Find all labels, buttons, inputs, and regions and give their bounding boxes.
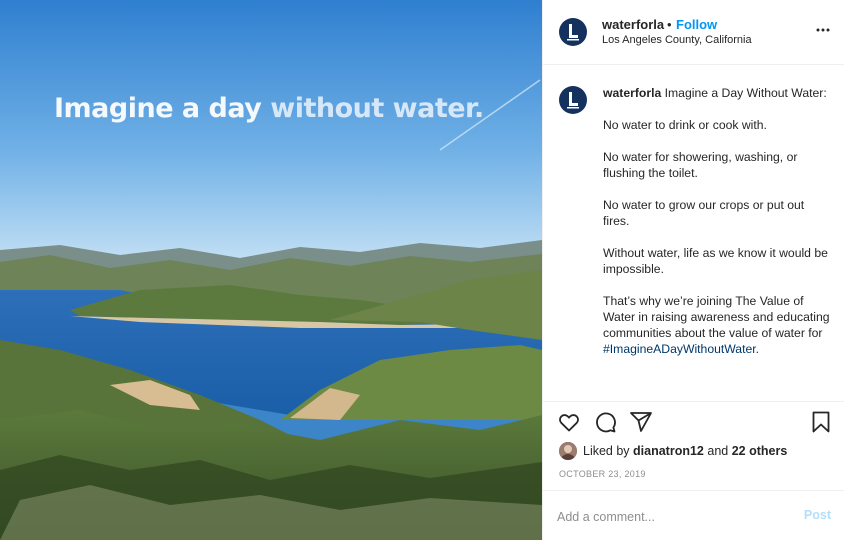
caption-first-paragraph: waterforla Imagine a Day Without Water: [603,85,831,101]
liker-photo-icon [559,442,577,460]
liker-avatar[interactable] [559,442,577,460]
more-horizontal-icon[interactable] [815,22,831,38]
liker-username[interactable]: dianatron12 [633,444,704,458]
comment-input[interactable] [557,507,787,527]
caption-avatar[interactable] [559,86,587,114]
header-separator: • [667,17,672,32]
post-image[interactable]: Imagine a day without water. [0,0,542,540]
overlay-headline: Imagine a day without water. [54,93,484,124]
caption-trailing: . [755,342,760,356]
comment-bar: Post [543,490,844,540]
caption-paragraph: No water to drink or cook with. [603,118,767,132]
post-header: waterforla • Follow Los Angeles County, … [543,0,844,65]
share-icon[interactable] [629,410,653,434]
caption-section: waterforla Imagine a Day Without Water: … [543,66,844,400]
heart-icon[interactable] [557,410,581,434]
header-location[interactable]: Los Angeles County, California [602,34,752,46]
overlay-text-part2: without water. [270,93,484,124]
header-username[interactable]: waterforla [602,17,664,32]
likes-prefix: Liked by [583,444,634,458]
likes-others-link[interactable]: 22 others [732,444,788,458]
caption-text: waterforla Imagine a Day Without Water: … [603,85,831,373]
bookmark-icon[interactable] [809,410,833,434]
caption-first-line: Imagine a Day Without Water: [661,86,827,100]
caption-last-paragraph: That’s why we’re joining The Value of Wa… [603,293,831,357]
caption-paragraph: No water for showering, washing, or flus… [603,150,798,180]
likes-text: Liked by dianatron12 and 22 others [583,444,787,458]
overlay-text-part1: Imagine a day [54,93,271,124]
likes-middle: and [703,444,732,458]
post-sidebar: waterforla • Follow Los Angeles County, … [542,0,844,540]
comment-icon[interactable] [593,410,617,434]
caption-username[interactable]: waterforla [603,86,661,100]
hashtag-link[interactable]: #ImagineADayWithoutWater [603,342,756,356]
lake-landscape-image [0,0,542,540]
post-comment-button[interactable]: Post [804,508,831,522]
profile-avatar[interactable] [559,18,587,46]
caption-last-text: That’s why we’re joining The Value of Wa… [603,294,830,340]
follow-button[interactable]: Follow [676,17,717,32]
action-bar [543,401,844,441]
caption-paragraph: No water to grow our crops or put out fi… [603,198,805,228]
ladwp-logo-icon [567,24,579,41]
ladwp-logo-icon [567,92,579,109]
caption-paragraph: Without water, life as we know it would … [603,246,828,276]
post-date[interactable]: OCTOBER 23, 2019 [559,469,646,479]
